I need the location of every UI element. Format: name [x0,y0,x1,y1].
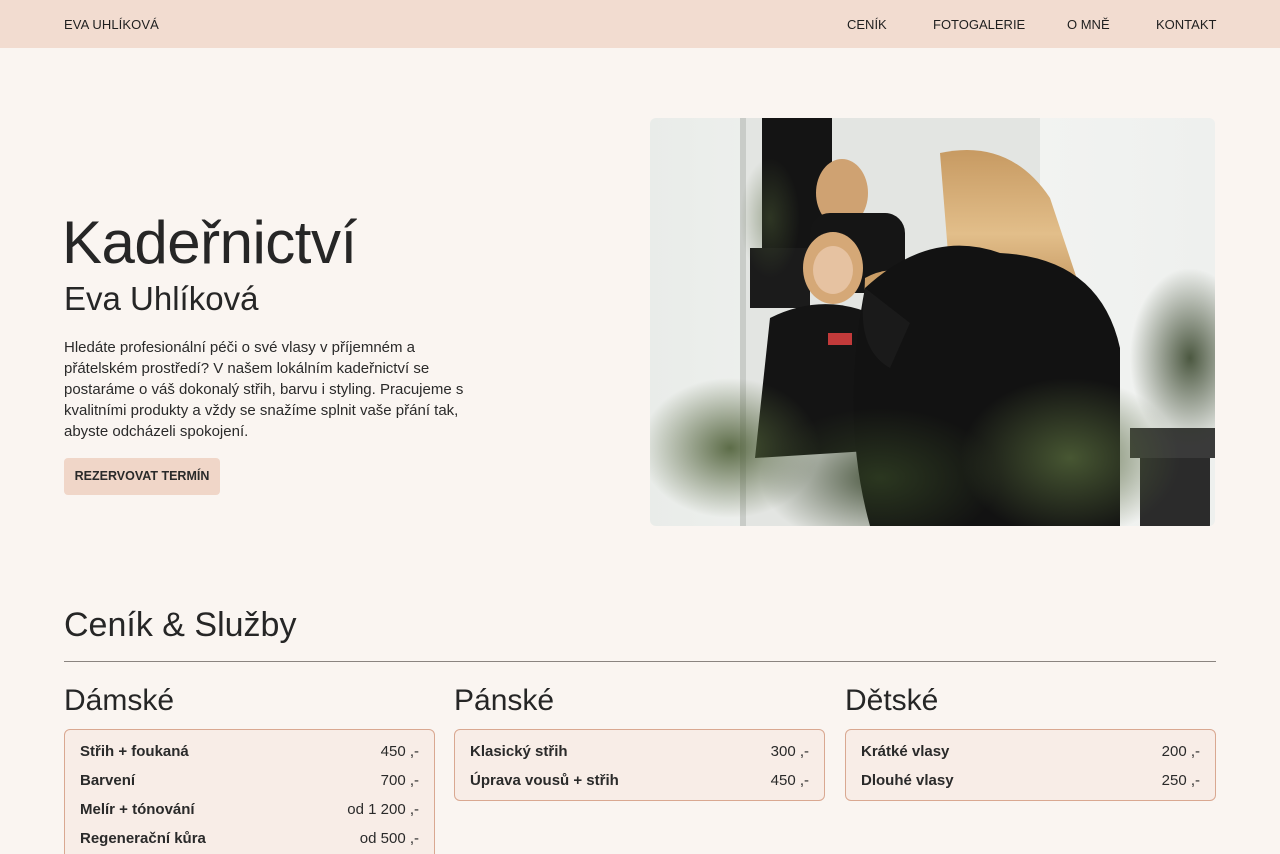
price-row: Klasický střih 300 ,- [470,737,809,766]
nav-item-kontakt[interactable]: KONTAKT [1156,17,1216,32]
service-price: 700 ,- [380,772,419,789]
nav-item-o-mne[interactable]: O MNĚ [1067,17,1110,32]
service-name: Melír + tónování [80,801,195,818]
service-price: 200 ,- [1161,743,1200,760]
price-card-men: Klasický střih 300 ,- Úprava vousů + stř… [454,729,825,801]
service-price: 300 ,- [770,743,809,760]
service-name: Dlouhé vlasy [861,772,954,789]
price-row: Krátké vlasy 200 ,- [861,737,1200,766]
service-name: Barvení [80,772,136,789]
hero-description: Hledáte profesionální péči o své vlasy v… [64,339,464,440]
main-nav: CENÍK FOTOGALERIE O MNĚ KONTAKT [847,17,1216,33]
top-navbar: EVA UHLÍKOVÁ CENÍK FOTOGALERIE O MNĚ KON… [0,0,1280,48]
price-row: Regenerační kůra od 500 ,- [80,824,419,853]
service-name: Střih + foukaná [80,743,189,760]
service-price: 250 ,- [1161,772,1200,789]
brand-logo-text[interactable]: EVA UHLÍKOVÁ [64,17,159,32]
price-card-kids: Krátké vlasy 200 ,- Dlouhé vlasy 250 ,- [845,729,1216,801]
hero-salon-photo [650,118,1215,526]
service-price: od 500 ,- [359,830,419,847]
price-row: Melír + tónování od 1 200 ,- [80,795,419,824]
service-price: 450 ,- [770,772,809,789]
hero-title: Kadeřnictví [62,209,357,276]
service-name: Krátké vlasy [861,743,950,760]
nav-item-cenik[interactable]: CENÍK [847,17,887,32]
service-name: Úprava vousů + střih [470,772,619,789]
book-appointment-button[interactable]: REZERVOVAT TERMÍN [64,458,220,495]
price-row: Střih + foukaná 450 ,- [80,737,419,766]
pricing-column-title-men: Pánské [454,684,555,717]
service-name: Klasický střih [470,743,568,760]
price-row: Barvení 700 ,- [80,766,419,795]
section-divider [64,661,1216,662]
price-row: Úprava vousů + střih 450 ,- [470,766,809,795]
pricing-column-title-women: Dámské [64,684,175,717]
service-price: od 1 200 ,- [347,801,419,818]
price-row: Dlouhé vlasy 250 ,- [861,766,1200,795]
service-price: 450 ,- [380,743,419,760]
nav-item-fotogalerie[interactable]: FOTOGALERIE [933,17,1025,32]
pricing-column-title-kids: Dětské [845,684,939,717]
pricing-section-title: Ceník & Služby [64,606,297,644]
service-name: Regenerační kůra [80,830,206,847]
hero-subtitle: Eva Uhlíková [64,280,259,317]
price-card-women: Střih + foukaná 450 ,- Barvení 700 ,- Me… [64,729,435,854]
